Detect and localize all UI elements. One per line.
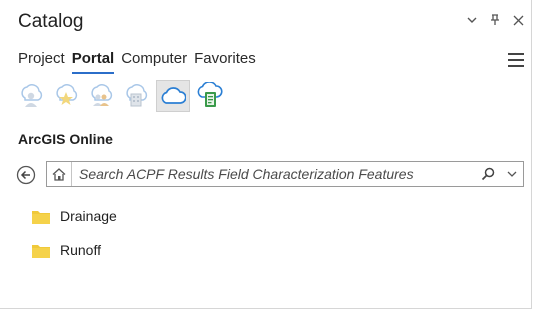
tab-computer[interactable]: Computer xyxy=(121,50,187,72)
my-groups-icon[interactable] xyxy=(86,80,116,112)
search-options-dropdown-icon[interactable] xyxy=(501,171,523,178)
tab-favorites[interactable]: Favorites xyxy=(194,50,256,72)
portal-icon-toolbar xyxy=(16,80,225,112)
my-favorites-icon[interactable] xyxy=(51,80,81,112)
folder-icon xyxy=(32,210,50,224)
hamburger-menu-icon[interactable] xyxy=(508,53,524,67)
living-atlas-icon[interactable] xyxy=(195,80,225,112)
list-item-label: Drainage xyxy=(60,208,117,224)
search-input[interactable]: Search ACPF Results Field Characterizati… xyxy=(72,166,475,182)
my-organization-icon[interactable] xyxy=(121,80,151,112)
catalog-items-list: Drainage Runoff xyxy=(32,205,117,273)
tab-project[interactable]: Project xyxy=(18,50,65,72)
list-item-label: Runoff xyxy=(60,242,101,258)
catalog-tabs: Project Portal Computer Favorites xyxy=(18,50,256,74)
search-box: Search ACPF Results Field Characterizati… xyxy=(46,161,524,187)
pane-title: Catalog xyxy=(18,11,84,32)
section-label: ArcGIS Online xyxy=(18,131,113,147)
home-icon[interactable] xyxy=(47,162,72,186)
folder-icon xyxy=(32,244,50,258)
pin-icon[interactable] xyxy=(488,12,502,28)
title-controls xyxy=(465,12,525,28)
options-dropdown-icon[interactable] xyxy=(465,12,479,28)
arcgis-online-icon[interactable] xyxy=(156,80,190,112)
catalog-pane: Catalog Project Portal Computer Favorite… xyxy=(0,0,532,309)
list-item-drainage[interactable]: Drainage xyxy=(32,205,117,227)
close-icon[interactable] xyxy=(511,12,525,28)
my-content-icon[interactable] xyxy=(16,80,46,112)
back-arrow-icon[interactable] xyxy=(16,165,36,185)
tab-portal[interactable]: Portal xyxy=(71,50,114,74)
list-item-runoff[interactable]: Runoff xyxy=(32,239,117,261)
search-icon[interactable] xyxy=(475,167,501,181)
